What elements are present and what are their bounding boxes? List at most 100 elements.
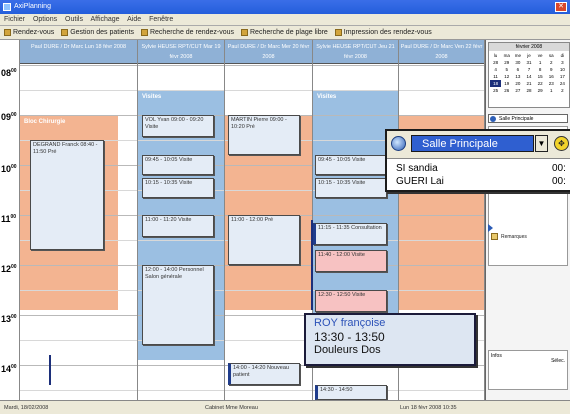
toolbar-button-rendez-vous[interactable]: Rendez-vous (4, 26, 54, 39)
mini-calendar-day[interactable]: 19 (501, 80, 512, 87)
app-icon (3, 3, 11, 11)
navigate-icon[interactable]: ✥ (554, 136, 569, 151)
mini-calendar-weekday: me (514, 53, 521, 58)
appointment[interactable]: 11:15 - 11:35 Consultation (313, 223, 387, 245)
room-dropdown[interactable]: Salle Principale (411, 135, 534, 152)
mini-calendar-day[interactable]: 12 (501, 73, 512, 80)
tooltip-patient-name: ROY françoise (314, 317, 386, 329)
mini-calendar-day[interactable]: 3 (557, 59, 568, 66)
chevron-down-icon[interactable]: ▼ (535, 135, 548, 152)
expand-arrow-icon[interactable] (488, 224, 493, 232)
toolbar-label: Gestion des patients (70, 29, 135, 36)
mini-calendar-day[interactable]: 2 (546, 59, 557, 66)
mini-calendar-day[interactable]: 30 (512, 59, 523, 66)
mini-calendar-day[interactable]: 17 (557, 73, 568, 80)
remarks-label: Remarques (501, 234, 527, 240)
appointment[interactable]: 10:15 - 10:35 Visite (142, 178, 214, 198)
mini-calendar-day[interactable]: 11 (490, 73, 501, 80)
mini-calendar-day[interactable]: 9 (546, 66, 557, 73)
appointment[interactable]: 12:30 - 12:50 Visite (315, 290, 387, 312)
mini-calendar-day[interactable]: 1 (535, 59, 546, 66)
room-list-name[interactable]: SI sandia (396, 163, 438, 174)
mini-calendar-day[interactable]: 28 (523, 87, 534, 94)
title-bar: AxiPlanning ✕ (0, 0, 570, 14)
menu-item-options[interactable]: Options (33, 16, 57, 23)
toolbar-button-patients[interactable]: Gestion des patients (61, 26, 135, 39)
appointment[interactable]: 10:15 - 10:35 Visite (315, 178, 387, 198)
toolbar-button-free-slot[interactable]: Recherche de plage libre (241, 26, 328, 39)
toolbar-button-print[interactable]: Impression des rendez-vous (334, 26, 432, 39)
appointment[interactable]: VOL Yvan 09:00 - 09:20 Visite (142, 115, 214, 137)
mini-calendar-day[interactable]: 26 (501, 87, 512, 94)
appointment[interactable]: 12:00 - 14:00 Personnel Salon générale (142, 265, 214, 345)
mini-calendar[interactable]: février 2008 lu ma me je ve sa di 28 29 30 31 1 2 3 4 5… (488, 42, 570, 108)
appointment[interactable]: 14:00 - 14:20 Nouveau patient (228, 363, 300, 385)
hour-label: 1300 (1, 314, 17, 324)
mini-calendar-day[interactable]: 7 (523, 66, 534, 73)
mini-calendar-day[interactable]: 15 (535, 73, 546, 80)
toolbar-button-search-appointment[interactable]: Recherche de rendez-vous (140, 26, 234, 39)
mini-calendar-day[interactable]: 5 (501, 66, 512, 73)
day-header[interactable]: Paul DURE / Dr Marc Lun 18 févr 2008 (20, 40, 137, 64)
room-list-name[interactable]: GUERI Lai (396, 176, 444, 187)
mini-calendar-day[interactable]: 16 (546, 73, 557, 80)
hour-label: 0900 (1, 112, 17, 122)
mini-calendar-day[interactable]: 21 (523, 80, 534, 87)
mini-calendar-weekday: lu (493, 53, 498, 58)
appointment[interactable]: 11:00 - 12:00 Pré (228, 215, 300, 265)
menu-item-aide[interactable]: Aide (127, 16, 141, 23)
room-select[interactable]: Salle Principale (488, 114, 568, 123)
hour-label: 1000 (1, 164, 17, 174)
hour-label: 1200 (1, 264, 17, 274)
menu-item-fenetre[interactable]: Fenêtre (149, 16, 173, 23)
mini-calendar-day[interactable]: 4 (490, 66, 501, 73)
mini-calendar-month: février 2008 (489, 43, 569, 51)
mini-calendar-day[interactable]: 14 (523, 73, 534, 80)
select-button[interactable]: Sélec. (551, 358, 565, 364)
appointment[interactable]: MARTIN Pierre 09:00 - 10:20 Pré (228, 115, 300, 155)
mini-calendar-day[interactable]: 2 (557, 87, 568, 94)
mini-calendar-day[interactable]: 20 (512, 80, 523, 87)
mini-calendar-day[interactable]: 28 (490, 59, 501, 66)
mini-calendar-day[interactable]: 8 (535, 66, 546, 73)
mini-calendar-day[interactable]: 13 (512, 73, 523, 80)
mini-calendar-day[interactable]: 22 (535, 80, 546, 87)
menu-item-outils[interactable]: Outils (65, 16, 83, 23)
appointment[interactable]: 11:40 - 12:00 Visite (315, 250, 387, 272)
mini-calendar-weekday: ve (537, 53, 543, 58)
mini-calendar-day[interactable]: 24 (557, 80, 568, 87)
mini-calendar-day[interactable]: 10 (557, 66, 568, 73)
time-column: 0800 0900 1000 1100 1200 1300 1400 (0, 40, 20, 400)
patients-icon (61, 28, 69, 36)
mini-calendar-day[interactable]: 6 (512, 66, 523, 73)
mini-calendar-day[interactable]: 23 (546, 80, 557, 87)
mini-calendar-day[interactable]: 25 (490, 87, 501, 94)
mini-calendar-day[interactable]: 29 (535, 87, 546, 94)
mini-calendar-day[interactable]: 18 (490, 80, 502, 87)
mini-calendar-day[interactable]: 29 (501, 59, 512, 66)
menu-item-affichage[interactable]: Affichage (91, 16, 120, 23)
day-header[interactable]: Paul DURE / Dr Marc Mer 20 févr 2008 (225, 40, 312, 64)
mini-calendar-grid[interactable]: lu ma me je ve sa di 28 29 30 31 1 2 3 4 5 6 7 8 9 10 11 12 13 1… (489, 51, 569, 95)
mini-calendar-day[interactable]: 27 (512, 87, 523, 94)
appointment[interactable]: 09:45 - 10:05 Visite (142, 155, 214, 175)
appointment[interactable]: 11:00 - 11:20 Visite (142, 215, 214, 237)
room-popup: Salle Principale ▼ ✥ SI sandia 00: GUERI… (385, 129, 570, 192)
appointment[interactable]: 14:30 - 14:50 (315, 385, 387, 400)
status-office: Cabinet Mme Moreau (205, 405, 258, 411)
menu-item-fichier[interactable]: Fichier (4, 16, 25, 23)
day-header[interactable]: Paul DURE / Dr Marc Ven 22 févr 2008 (399, 40, 484, 64)
mini-calendar-day[interactable]: 1 (546, 87, 557, 94)
search-icon (140, 28, 148, 36)
appointment[interactable]: DEGRAND Franck 08:40 - 11:50 Pré (30, 140, 104, 250)
day-header[interactable]: Sylvie HEUSE RPT/CUT Mar 19 févr 2008 (138, 40, 224, 64)
mini-calendar-day[interactable]: 31 (523, 59, 534, 66)
info-panel: Infos Sélec. (488, 350, 568, 390)
mini-calendar-weekday: sa (548, 53, 554, 58)
window-title: AxiPlanning (14, 3, 51, 10)
close-icon[interactable]: ✕ (555, 2, 567, 12)
appointment[interactable]: 09:45 - 10:05 Visite (315, 155, 387, 175)
calendar-icon (4, 28, 11, 36)
day-header[interactable]: Sylvie HEUSE RPT/CUT Jeu 21 févr 2008 (313, 40, 398, 64)
info-label: Infos (491, 353, 502, 359)
